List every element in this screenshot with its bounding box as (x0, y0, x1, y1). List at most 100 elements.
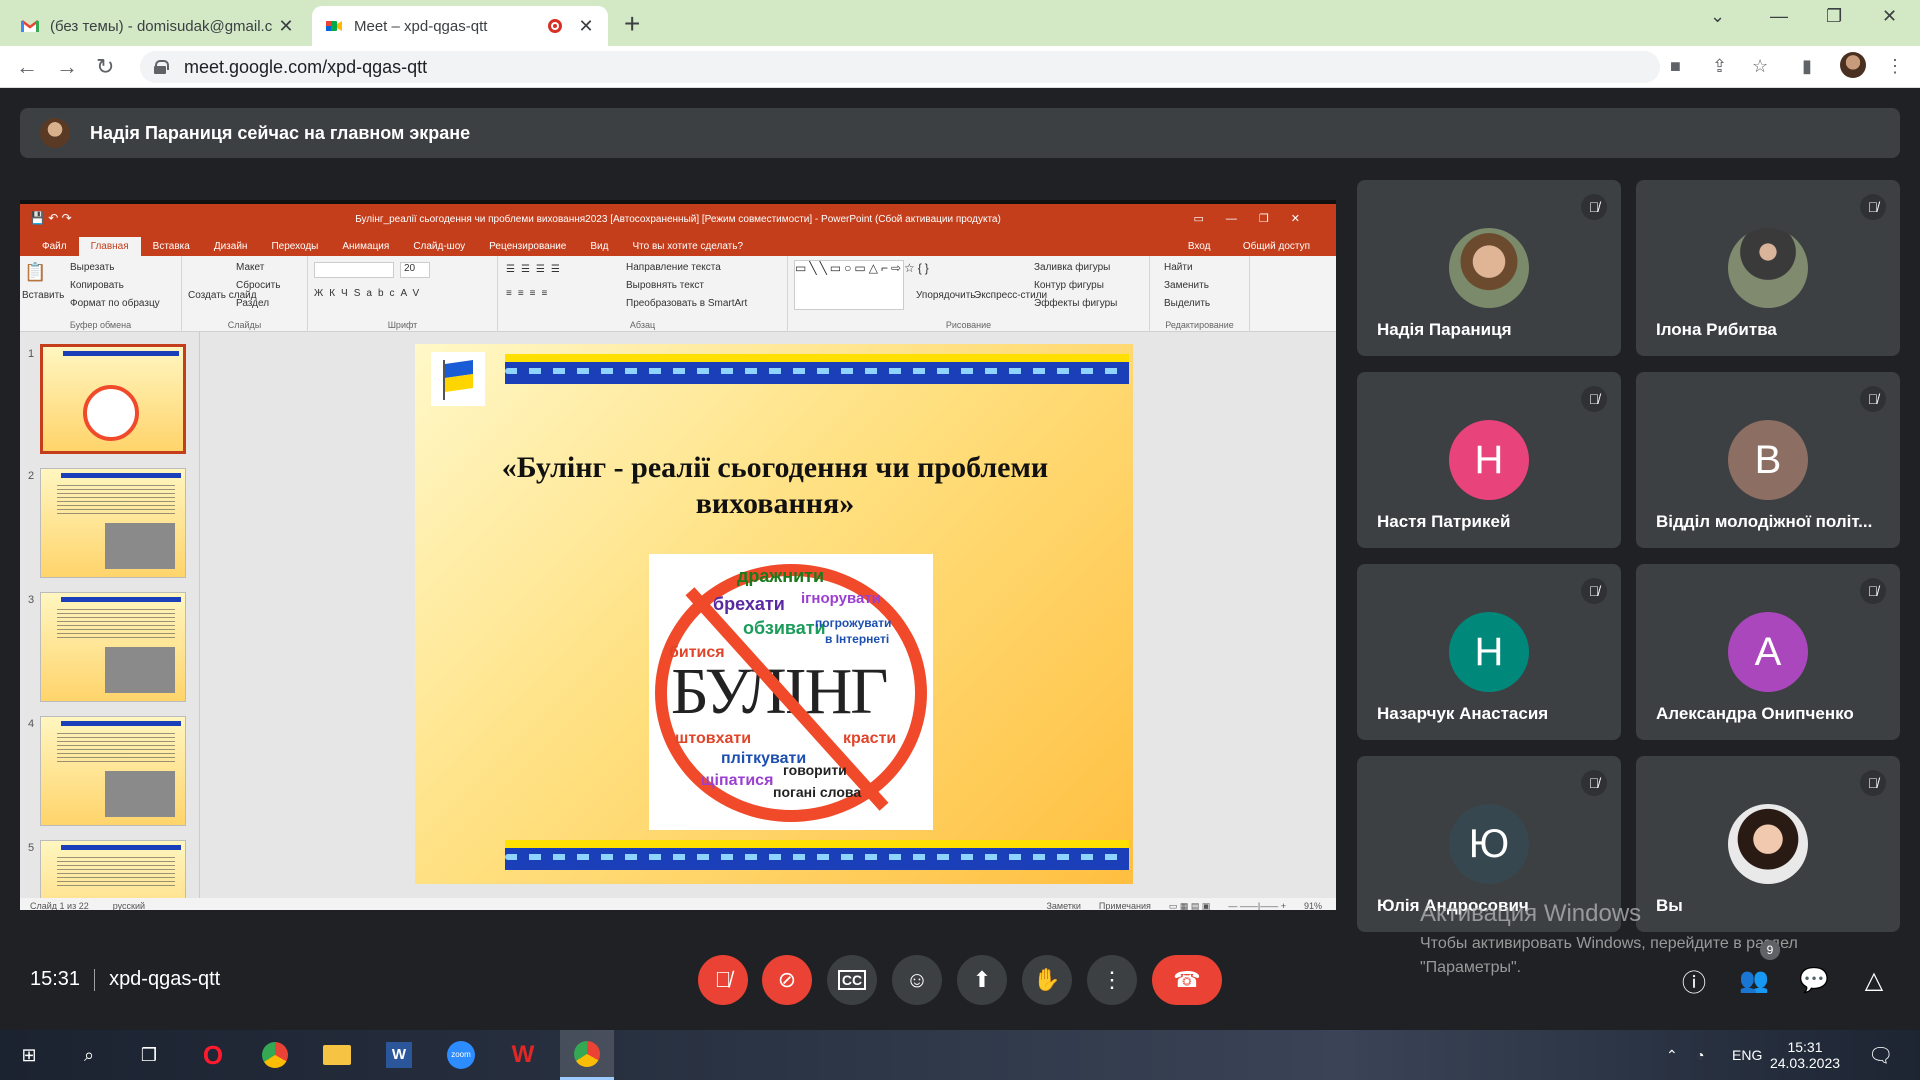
paste-button[interactable]: Вставить (22, 290, 64, 301)
language-indicator[interactable]: русский (113, 901, 145, 910)
back-button[interactable]: ← (16, 54, 38, 80)
close-window-button[interactable]: ✕ (1882, 6, 1897, 27)
zoom-slider[interactable]: — ——|—— + (1228, 901, 1286, 911)
reload-button[interactable]: ↻ (96, 54, 114, 80)
meeting-code[interactable]: xpd-qgas-qtt (109, 968, 220, 991)
copy-button[interactable]: Копировать (70, 280, 124, 291)
zoom-level[interactable]: 91% (1304, 901, 1322, 911)
raise-hand-button[interactable]: ✋ (1022, 955, 1072, 1005)
word-app[interactable]: W (382, 1038, 416, 1072)
profile-avatar[interactable] (1840, 52, 1866, 78)
ppt-tab-animation[interactable]: Анимация (330, 237, 401, 256)
font-name-select[interactable] (314, 262, 394, 278)
shape-fill-button[interactable]: Заливка фигуры (1034, 262, 1110, 273)
share-icon[interactable]: ⇪ (1712, 56, 1727, 77)
chrome-app-active[interactable] (560, 1030, 614, 1080)
chrome-app[interactable] (258, 1038, 292, 1072)
system-clock[interactable]: 15:31 24.03.2023 (1770, 1030, 1840, 1080)
text-direction-button[interactable]: Направление текста (626, 262, 721, 273)
replace-button[interactable]: Заменить (1164, 280, 1209, 291)
reactions-button[interactable]: ☺ (892, 955, 942, 1005)
layout-button[interactable]: Макет (236, 262, 264, 273)
shapes-gallery[interactable]: ▭╲╲▭○▭△⌐⇨☆{} (794, 260, 929, 310)
ppt-share[interactable]: Общий доступ (1231, 237, 1322, 256)
participant-tile[interactable]: 🎙̸ Ілона Рибитва (1636, 180, 1900, 356)
file-explorer-app[interactable] (320, 1038, 354, 1072)
ppt-tab-home[interactable]: Главная (78, 237, 141, 256)
forward-button[interactable]: → (56, 54, 78, 80)
slide-thumbnail-1[interactable] (40, 344, 186, 454)
reset-button[interactable]: Сбросить (236, 280, 280, 291)
ppt-tab-review[interactable]: Рецензирование (477, 237, 578, 256)
camera-icon[interactable]: ■ (1670, 56, 1681, 77)
camera-toggle-button[interactable]: ⊘ (762, 955, 812, 1005)
participant-tile[interactable]: Н 🎙̸ Настя Патрикей (1357, 372, 1621, 548)
leave-call-button[interactable]: ☎ (1152, 955, 1222, 1005)
keyboard-language[interactable]: ENG (1732, 1030, 1762, 1080)
opera-app[interactable]: O (196, 1038, 230, 1072)
slide-thumbnail-3[interactable] (40, 592, 186, 702)
participant-tile[interactable]: Н 🎙̸ Назарчук Анастасия (1357, 564, 1621, 740)
side-panel-icon[interactable]: ▮ (1802, 56, 1812, 77)
select-button[interactable]: Выделить (1164, 298, 1210, 309)
find-button[interactable]: Найти (1164, 262, 1193, 273)
font-size-select[interactable]: 20 (400, 262, 430, 278)
ppt-tab-transitions[interactable]: Переходы (259, 237, 330, 256)
slide-thumbnail-4[interactable] (40, 716, 186, 826)
section-button[interactable]: Раздел (236, 298, 269, 309)
ppt-tab-file[interactable]: Файл (30, 237, 79, 256)
ppt-tab-insert[interactable]: Вставка (141, 237, 202, 256)
align-text-button[interactable]: Выровнять текст (626, 280, 704, 291)
zoom-app[interactable]: zoom (444, 1038, 478, 1072)
align-buttons[interactable]: ≡≡≡≡ (506, 288, 553, 299)
tray-chevron-icon[interactable]: ⌃ (1666, 1030, 1678, 1080)
participant-tile[interactable]: 🎙̸ Надія Параниця (1357, 180, 1621, 356)
notifications-icon[interactable]: 🗨 (1868, 1030, 1893, 1080)
menu-dots-icon[interactable]: ⋮ (1886, 56, 1904, 77)
participant-tile[interactable]: В 🎙̸ Відділ молодіжної політ... (1636, 372, 1900, 548)
tab-gmail[interactable]: (без темы) - domisudak@gmail.c ✕ (8, 6, 308, 46)
participant-tile[interactable]: А 🎙̸ Александра Онипченко (1636, 564, 1900, 740)
smartart-button[interactable]: Преобразовать в SmartArt (626, 298, 747, 309)
start-button[interactable]: ⊞ (12, 1038, 46, 1072)
comments-button[interactable]: Примечания (1099, 901, 1151, 911)
tab-meet[interactable]: Meet – xpd-qgas-qtt ✕ (312, 6, 608, 46)
minimize-button[interactable]: — (1770, 6, 1788, 27)
chat-button[interactable]: 💬 (1796, 962, 1832, 998)
ppt-signin[interactable]: Вход (1176, 237, 1223, 256)
maximize-button[interactable]: ❐ (1826, 6, 1842, 27)
close-tab-icon[interactable]: ✕ (276, 16, 296, 37)
slide-thumbnail-2[interactable] (40, 468, 186, 578)
view-buttons[interactable]: ▭ ▦ ▤ ▣ (1169, 901, 1211, 911)
wps-app[interactable]: W (506, 1038, 540, 1072)
captions-button[interactable]: CC (827, 955, 877, 1005)
cut-button[interactable]: Вырезать (70, 262, 114, 273)
arrange-button[interactable]: Упорядочить (916, 290, 976, 301)
current-slide[interactable]: «Булінг - реалії сьогодення чи проблеми … (415, 344, 1133, 884)
new-tab-button[interactable]: + (624, 8, 640, 40)
mic-toggle-button[interactable]: 🎙̸ (698, 955, 748, 1005)
more-options-button[interactable]: ⋮ (1087, 955, 1137, 1005)
bookmark-star-icon[interactable]: ☆ (1752, 56, 1768, 77)
ppt-tab-slideshow[interactable]: Слайд-шоу (401, 237, 477, 256)
tab-search-icon[interactable]: ⌄ (1710, 6, 1725, 27)
ppt-tab-design[interactable]: Дизайн (202, 237, 260, 256)
shape-outline-button[interactable]: Контур фигуры (1034, 280, 1104, 291)
font-format-buttons[interactable]: ЖКЧSabcAV (314, 288, 425, 299)
task-view-button[interactable]: ❒ (132, 1038, 166, 1072)
close-tab-icon[interactable]: ✕ (576, 16, 596, 37)
format-painter-button[interactable]: Формат по образцу (70, 298, 160, 309)
list-buttons[interactable]: ☰☰☰☰ (506, 264, 566, 275)
ppt-signin-share[interactable]: Вход Общий доступ (1164, 237, 1336, 256)
ppt-tab-view[interactable]: Вид (578, 237, 620, 256)
wifi-icon[interactable]: ◔ (1696, 1030, 1704, 1080)
shape-effects-button[interactable]: Эффекты фигуры (1034, 298, 1117, 309)
meeting-details-button[interactable]: ⓘ (1676, 962, 1712, 998)
people-button[interactable]: 👥 (1736, 962, 1772, 998)
present-screen-button[interactable]: ⬆ (957, 955, 1007, 1005)
activities-button[interactable]: △ (1856, 962, 1892, 998)
address-bar[interactable]: meet.google.com/xpd-qgas-qtt (140, 51, 1660, 83)
notes-button[interactable]: Заметки (1046, 901, 1080, 911)
search-button[interactable]: ⌕ (72, 1038, 106, 1072)
ppt-tell-me[interactable]: Что вы хотите сделать? (620, 237, 755, 256)
